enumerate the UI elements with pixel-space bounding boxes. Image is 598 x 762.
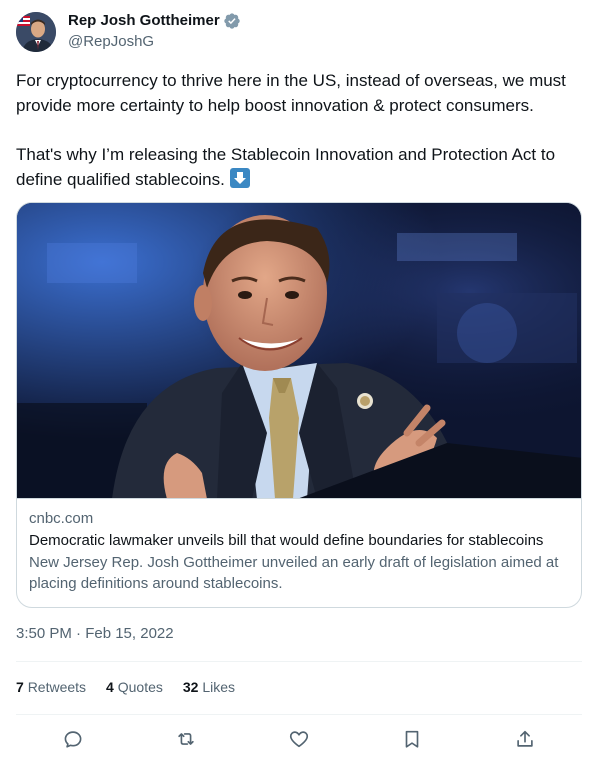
share-icon — [517, 730, 534, 747]
bookmark-icon — [405, 730, 419, 748]
quotes-label: Quotes — [117, 679, 163, 695]
reply-icon — [64, 731, 82, 748]
avatar[interactable] — [16, 11, 56, 52]
like-icon — [289, 731, 309, 748]
retweet-button[interactable] — [169, 726, 203, 752]
card-description[interactable]: New Jersey Rep. Josh Gottheimer unveiled… — [29, 552, 569, 594]
card-title[interactable]: Democratic lawmaker unveils bill that wo… — [29, 531, 569, 551]
tweet-paragraph: That's why I’m releasing the Stablecoin … — [16, 142, 584, 192]
retweets-label: Retweets — [27, 679, 87, 695]
likes-label: Likes — [202, 679, 236, 695]
tweet-paragraph: For cryptocurrency to thrive here in the… — [16, 71, 566, 115]
tweet-header: Rep Josh Gottheimer @RepJoshG — [16, 11, 241, 52]
divider — [16, 661, 582, 662]
retweets-count: 7 — [16, 679, 24, 695]
bookmark-button[interactable] — [395, 726, 429, 752]
tweet-timestamp[interactable]: 3:50 PM · Feb 15, 2022 — [16, 624, 174, 644]
card-image[interactable] — [17, 203, 581, 499]
engagement-stats: 7 Retweets 4 Quotes 32 Likes — [16, 677, 255, 697]
tweet-text: For cryptocurrency to thrive here in the… — [16, 68, 584, 192]
retweets-stat[interactable]: 7 Retweets — [16, 677, 86, 697]
divider — [16, 714, 582, 715]
quotes-stat[interactable]: 4 Quotes — [106, 677, 163, 697]
card-domain[interactable]: cnbc.com — [29, 509, 569, 529]
quotes-count: 4 — [106, 679, 114, 695]
down-arrow-emoji-icon — [229, 168, 250, 188]
like-button[interactable] — [282, 726, 316, 752]
likes-stat[interactable]: 32 Likes — [183, 677, 235, 697]
share-button[interactable] — [508, 726, 542, 752]
author-handle[interactable]: @RepJoshG — [68, 32, 241, 52]
author-name[interactable]: Rep Josh Gottheimer — [68, 11, 220, 31]
verified-badge-icon — [223, 12, 241, 30]
link-preview-card[interactable]: cnbc.com Democratic lawmaker unveils bil… — [16, 202, 582, 608]
action-bar — [16, 726, 582, 752]
tweet-paragraph-text: That's why I’m releasing the Stablecoin … — [16, 145, 556, 189]
reply-button[interactable] — [56, 726, 90, 752]
likes-count: 32 — [182, 679, 199, 695]
retweet-icon — [178, 733, 194, 745]
